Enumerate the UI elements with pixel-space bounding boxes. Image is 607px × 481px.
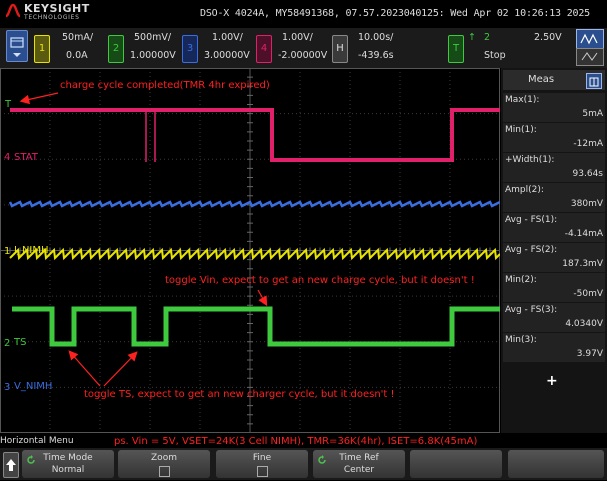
softkey-time-ref[interactable]: Time Ref Center: [313, 450, 405, 478]
meas-label: Avg - FS(3):: [505, 305, 558, 315]
panel-icon: [589, 77, 599, 87]
trigger-level: 2.50V: [534, 32, 562, 43]
brand-subtitle: TECHNOLOGIES: [24, 14, 80, 21]
channel-2-offset: 1.00000V: [130, 50, 176, 61]
softkey-time-mode[interactable]: Time Mode Normal: [22, 450, 114, 478]
channel-1-scale: 50mA/: [62, 32, 94, 43]
meas-label: Avg - FS(1):: [505, 215, 558, 225]
softkey-time-mode-value: Normal: [51, 465, 85, 475]
meas-value: -50mV: [573, 289, 603, 299]
softkey-fine-label: Fine: [252, 453, 272, 463]
meas-value: 187.3mV: [562, 259, 603, 269]
channel-2-button[interactable]: 2: [108, 35, 124, 63]
menu-title: Horizontal Menu: [0, 436, 74, 446]
softkey-empty-5[interactable]: [410, 450, 502, 478]
auto-scale-button[interactable]: [576, 29, 604, 49]
softkey-time-mode-label: Time Mode: [43, 453, 93, 463]
softkey-zoom[interactable]: Zoom: [118, 450, 210, 478]
annotation-toggle-ts: toggle TS, expect to get an new charger …: [84, 389, 395, 400]
meas-label: Avg - FS(2):: [505, 245, 558, 255]
horizontal-delay: -439.6s: [358, 50, 394, 61]
channel-3-offset: 3.00000V: [204, 50, 250, 61]
meas-panel-toggle-button[interactable]: [586, 73, 602, 89]
meas-label: Ampl(2):: [505, 185, 544, 195]
trigger-source: 2: [484, 32, 491, 43]
meas-label: Min(2):: [505, 275, 537, 285]
meas-value: 5mA: [582, 109, 603, 119]
softkey-zoom-label: Zoom: [151, 453, 177, 463]
menu-back-button[interactable]: [3, 452, 19, 478]
softkey-time-ref-label: Time Ref: [339, 453, 379, 463]
main-menu-button[interactable]: [6, 30, 28, 62]
trigger-edge-icon: ↑: [468, 32, 476, 43]
softkey-empty-6[interactable]: [508, 450, 604, 478]
meas-value: -12mA: [573, 139, 603, 149]
back-arrow-icon: [6, 459, 16, 471]
waveform-zoom-button[interactable]: [576, 48, 604, 66]
channel-2-scale: 500mV/: [134, 32, 172, 43]
annotation-arrows: [19, 92, 268, 387]
trigger-button[interactable]: T: [448, 35, 464, 63]
keysight-logo-icon: [5, 3, 21, 18]
add-measurement-icon[interactable]: +: [546, 373, 558, 389]
fine-checkbox[interactable]: [257, 466, 268, 477]
meas-label: Max(1):: [505, 95, 540, 105]
horizontal-button[interactable]: H: [332, 35, 348, 63]
acquisition-state: Stop: [484, 50, 506, 61]
meas-value: 93.64s: [572, 169, 603, 179]
annotation-toggle-vin: toggle Vin, expect to get an new charge …: [165, 275, 475, 286]
softkey-fine[interactable]: Fine: [216, 450, 308, 478]
wave-icon: [581, 52, 598, 61]
softkey-time-ref-value: Center: [343, 465, 375, 475]
annotation-footnote: ps. Vin = 5V, VSET=24K(3 Cell NIMH), TMR…: [114, 436, 478, 447]
channel-4-offset: -2.00000V: [278, 50, 328, 61]
meas-value: 3.97V: [576, 349, 603, 359]
meas-label: Min(1):: [505, 125, 537, 135]
annotation-charge-completed: charge cycle completed(TMR 4hr expired): [60, 80, 270, 91]
meas-value: 4.0340V: [565, 319, 603, 329]
autoscale-icon: [580, 33, 598, 45]
channel-3-button[interactable]: 3: [182, 35, 198, 63]
zoom-checkbox[interactable]: [159, 466, 170, 477]
instrument-title: DSO-X 4024A, MY58491368, 07.57.202304012…: [200, 8, 590, 19]
meas-label: +Width(1):: [505, 155, 555, 165]
meas-value: 380mV: [570, 199, 603, 209]
channel-4-scale: 1.00V/: [282, 32, 313, 43]
meas-title: Meas: [528, 74, 555, 85]
channel-1-offset: 0.0A: [66, 50, 88, 61]
channel-4-button[interactable]: 4: [256, 35, 272, 63]
meas-value: -4.14mA: [564, 229, 603, 239]
menu-icon: [10, 37, 24, 57]
meas-label: Min(3):: [505, 335, 537, 345]
channel-1-button[interactable]: 1: [34, 35, 50, 63]
horizontal-scale: 10.00s/: [358, 32, 394, 43]
channel-3-scale: 1.00V/: [212, 32, 243, 43]
